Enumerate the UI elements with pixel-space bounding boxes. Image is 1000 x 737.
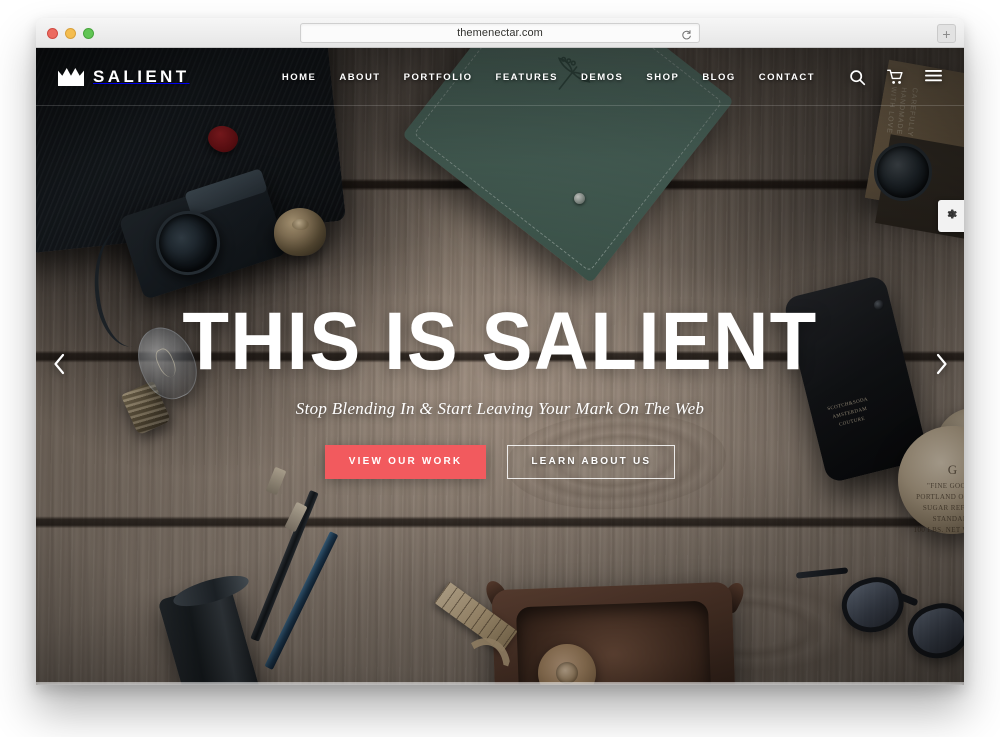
maximize-window-button[interactable] xyxy=(83,28,94,39)
cart-icon[interactable] xyxy=(887,69,904,86)
url-text: themenectar.com xyxy=(457,27,543,39)
hamburger-menu-icon[interactable] xyxy=(925,69,942,86)
hero-title: THIS IS SALIENT xyxy=(182,296,818,387)
hero-subtitle: Stop Blending In & Start Leaving Your Ma… xyxy=(295,398,705,418)
chevron-left-icon xyxy=(52,353,67,380)
crown-icon xyxy=(58,68,84,86)
nav-item-blog[interactable]: BLOG xyxy=(702,72,735,83)
window-bottom-edge xyxy=(36,682,964,685)
chevron-right-icon xyxy=(934,353,949,380)
nav-item-home[interactable]: HOME xyxy=(282,72,317,83)
nav-item-features[interactable]: FEATURES xyxy=(496,72,559,83)
new-tab-button[interactable]: + xyxy=(937,24,956,43)
main-navigation: HOME ABOUT PORTFOLIO FEATURES DEMOS SHOP… xyxy=(282,72,815,83)
site-header: SALIENT HOME ABOUT PORTFOLIO FEATURES DE… xyxy=(36,48,964,106)
nav-item-about[interactable]: ABOUT xyxy=(339,72,380,83)
view-our-work-button[interactable]: VIEW OUR WORK xyxy=(324,444,487,479)
close-window-button[interactable] xyxy=(47,28,58,39)
window-controls xyxy=(47,28,94,39)
nav-item-shop[interactable]: SHOP xyxy=(646,72,679,83)
browser-window: themenectar.com + SALIENT HOME ABOUT POR… xyxy=(36,18,964,685)
minimize-window-button[interactable] xyxy=(65,28,76,39)
nav-item-portfolio[interactable]: PORTFOLIO xyxy=(404,72,473,83)
learn-about-us-button[interactable]: LEARN ABOUT US xyxy=(507,444,676,479)
new-tab-label: + xyxy=(942,25,951,42)
nav-item-contact[interactable]: CONTACT xyxy=(759,72,815,83)
hero-cta-group: VIEW OUR WORK LEARN ABOUT US xyxy=(36,444,964,479)
header-tools xyxy=(849,69,942,86)
browser-toolbar: themenectar.com + xyxy=(36,18,964,48)
site-logo-text: SALIENT xyxy=(93,67,190,86)
theme-settings-tab[interactable] xyxy=(938,200,964,232)
nav-item-demos[interactable]: DEMOS xyxy=(581,72,623,83)
slider-prev-button[interactable] xyxy=(42,345,76,389)
address-bar[interactable]: themenectar.com xyxy=(300,23,700,43)
site-logo[interactable]: SALIENT xyxy=(58,67,190,87)
search-icon[interactable] xyxy=(849,69,866,86)
slider-next-button[interactable] xyxy=(924,345,958,389)
reload-icon[interactable] xyxy=(681,28,692,40)
gear-icon xyxy=(944,207,958,226)
page-viewport: CAREFULLY HANDMADE WITH LOVE SCOTCH&SODA… xyxy=(36,48,964,685)
hero-content: THIS IS SALIENT Stop Blending In & Start… xyxy=(36,296,964,479)
